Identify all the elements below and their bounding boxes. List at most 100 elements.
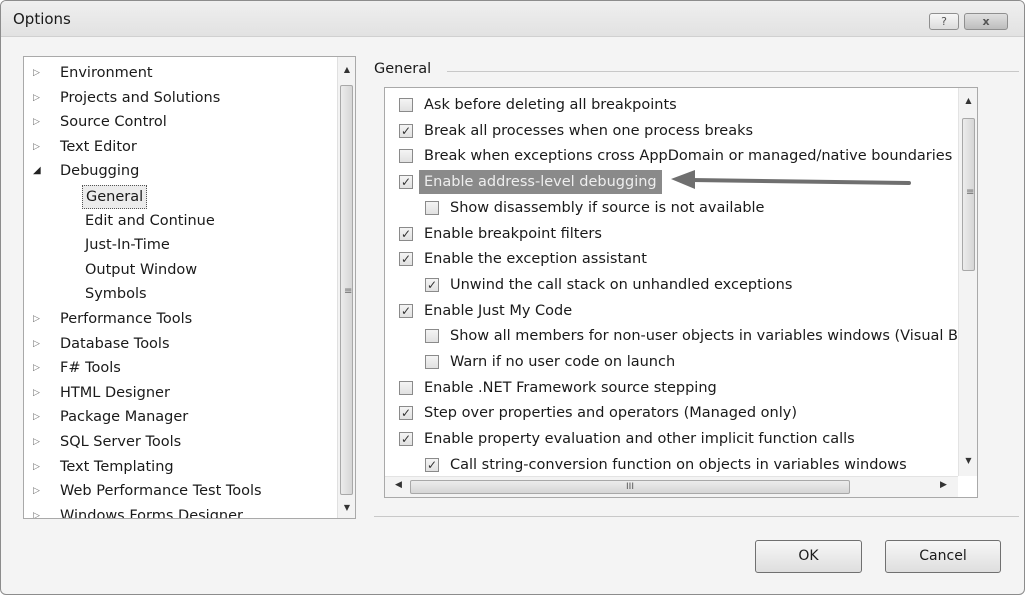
options-hscroll-thumb[interactable]: III bbox=[410, 480, 850, 494]
expand-arrow-icon[interactable]: ▷ bbox=[33, 455, 45, 479]
tree-item-debugging[interactable]: ◢ Debugging bbox=[24, 159, 334, 183]
tree-item-label: Environment bbox=[60, 65, 153, 81]
tree-item-web-performance-test-tools[interactable]: ▷ Web Performance Test Tools bbox=[24, 479, 334, 503]
expand-arrow-icon[interactable]: ▷ bbox=[33, 479, 45, 503]
option-row[interactable]: ✓ Enable breakpoint filters bbox=[385, 222, 958, 246]
options-vertical-scrollbar[interactable]: ▲ ≡ ▼ bbox=[958, 88, 977, 476]
tree-item-database-tools[interactable]: ▷ Database Tools bbox=[24, 332, 334, 356]
tree-item-symbols[interactable]: Symbols bbox=[24, 282, 334, 306]
category-tree[interactable]: ▷ Environment ▷ Projects and Solutions ▷ Sour… bbox=[23, 56, 356, 519]
button-separator bbox=[374, 516, 1019, 517]
tree-item-output-window[interactable]: Output Window bbox=[24, 258, 334, 282]
checkbox-checked[interactable]: ✓ bbox=[425, 277, 439, 292]
tree-item-edit-and-continue[interactable]: Edit and Continue bbox=[24, 209, 334, 233]
option-row[interactable]: ✓ Enable property evaluation and other im… bbox=[385, 427, 958, 451]
tree-item-label: SQL Server Tools bbox=[60, 434, 182, 450]
tree-item-label: Output Window bbox=[85, 261, 198, 278]
options-scroll-thumb[interactable]: ≡ bbox=[962, 118, 975, 271]
collapse-arrow-icon[interactable]: ◢ bbox=[33, 159, 45, 183]
option-row[interactable]: ✓ Enable the exception assistant bbox=[385, 247, 958, 271]
expand-arrow-icon[interactable]: ▷ bbox=[33, 332, 45, 356]
tree-vertical-scrollbar[interactable]: ▲ ≡ ▼ bbox=[337, 57, 355, 518]
option-row[interactable]: ✓ Enable Just My Code bbox=[385, 299, 958, 323]
expand-arrow-icon[interactable]: ▷ bbox=[33, 356, 45, 380]
expand-arrow-icon[interactable]: ▷ bbox=[33, 405, 45, 429]
option-label: Ask before deleting all breakpoints bbox=[424, 97, 677, 113]
tree-item-text-templating[interactable]: ▷ Text Templating bbox=[24, 455, 334, 479]
checkbox-checked[interactable]: ✓ bbox=[399, 252, 413, 267]
tree-item-windows-forms-designer[interactable]: ▷ Windows Forms Designer bbox=[24, 504, 334, 518]
option-row[interactable]: ✓ Unwind the call stack on unhandled exce… bbox=[385, 273, 958, 297]
tree-item-text-editor[interactable]: ▷ Text Editor bbox=[24, 135, 334, 159]
option-row[interactable]: Show disassembly if source is not availa… bbox=[385, 196, 958, 220]
tree-item-label: Text Templating bbox=[60, 458, 174, 475]
tree-item-performance-tools[interactable]: ▷ Performance Tools bbox=[24, 307, 334, 331]
option-row[interactable]: Ask before deleting all breakpoints bbox=[385, 93, 958, 117]
scroll-right-icon[interactable]: ▶ bbox=[940, 480, 947, 490]
checkbox-checked[interactable]: ✓ bbox=[399, 175, 413, 190]
ok-button[interactable]: OK bbox=[755, 540, 862, 573]
options-horizontal-scrollbar[interactable]: ◀ III ▶ bbox=[385, 476, 958, 497]
option-row[interactable]: ✓ Step over properties and operators (Man… bbox=[385, 401, 958, 425]
tree-item-label: HTML Designer bbox=[60, 384, 170, 401]
tree-item-projects-and-solutions[interactable]: ▷ Projects and Solutions bbox=[24, 86, 334, 110]
tree-item-just-in-time[interactable]: Just-In-Time bbox=[24, 233, 334, 257]
checkbox-unchecked[interactable] bbox=[399, 98, 413, 112]
expand-arrow-icon[interactable]: ▷ bbox=[33, 307, 45, 331]
option-row[interactable]: ✓ Break all processes when one process br… bbox=[385, 119, 958, 143]
option-label: Call string-conversion function on objec… bbox=[450, 456, 907, 473]
option-label: Show disassembly if source is not availa… bbox=[450, 199, 765, 216]
option-row[interactable]: ✓ Call string-conversion function on obje… bbox=[385, 453, 958, 477]
checkbox-checked[interactable]: ✓ bbox=[399, 226, 413, 241]
scroll-up-icon[interactable]: ▲ bbox=[959, 96, 977, 105]
checkbox-unchecked[interactable] bbox=[425, 200, 439, 215]
tree-scroll-thumb[interactable]: ≡ bbox=[340, 85, 353, 495]
tree-item-f-tools[interactable]: ▷ F# Tools bbox=[24, 356, 334, 380]
option-label: Enable .NET Framework source stepping bbox=[424, 379, 717, 396]
option-label: Enable Just My Code bbox=[424, 302, 573, 319]
tree-item-html-designer[interactable]: ▷ HTML Designer bbox=[24, 381, 334, 405]
checkbox-checked[interactable]: ✓ bbox=[399, 303, 413, 318]
cancel-button[interactable]: Cancel bbox=[885, 540, 1001, 573]
option-row[interactable]: Break when exceptions cross AppDomain or… bbox=[385, 144, 975, 168]
checkbox-unchecked[interactable] bbox=[425, 355, 439, 369]
tree-item-sql-server-tools[interactable]: ▷ SQL Server Tools bbox=[24, 430, 334, 454]
option-label: Show all members for non-user objects in… bbox=[450, 328, 967, 345]
expand-arrow-icon[interactable]: ▷ bbox=[33, 61, 45, 85]
checkbox-unchecked[interactable] bbox=[399, 149, 413, 164]
scroll-left-icon[interactable]: ◀ bbox=[395, 480, 402, 490]
expand-arrow-icon[interactable]: ▷ bbox=[33, 86, 45, 110]
checkbox-checked[interactable]: ✓ bbox=[399, 406, 413, 421]
tree-item-environment[interactable]: ▷ Environment bbox=[24, 61, 334, 85]
tree-item-label: Edit and Continue bbox=[85, 212, 215, 229]
scroll-down-icon[interactable]: ▼ bbox=[338, 503, 355, 512]
checkbox-checked[interactable]: ✓ bbox=[399, 123, 413, 138]
option-row[interactable]: Enable .NET Framework source stepping bbox=[385, 376, 958, 400]
tree-item-label: Text Editor bbox=[60, 138, 137, 155]
expand-arrow-icon[interactable]: ▷ bbox=[33, 381, 45, 405]
tree-item-general[interactable]: General bbox=[24, 184, 334, 209]
close-button[interactable]: x bbox=[964, 13, 1008, 30]
checkbox-unchecked[interactable] bbox=[399, 380, 413, 395]
option-row[interactable]: Show all members for non-user objects in… bbox=[385, 324, 967, 348]
tree-item-package-manager[interactable]: ▷ Package Manager bbox=[24, 405, 334, 429]
expand-arrow-icon[interactable]: ▷ bbox=[33, 430, 45, 454]
option-label: Enable address-level debugging bbox=[419, 170, 662, 195]
grip-icon: III bbox=[626, 482, 634, 492]
title-bar[interactable]: Options ? x bbox=[1, 1, 1024, 37]
window-title: Options bbox=[13, 10, 71, 28]
scroll-up-icon[interactable]: ▲ bbox=[338, 65, 355, 74]
option-row[interactable]: Warn if no user code on launch bbox=[385, 350, 958, 374]
tree-item-source-control[interactable]: ▷ Source Control bbox=[24, 110, 334, 134]
expand-arrow-icon[interactable]: ▷ bbox=[33, 135, 45, 159]
expand-arrow-icon[interactable]: ▷ bbox=[33, 110, 45, 134]
checkbox-checked[interactable]: ✓ bbox=[399, 432, 413, 447]
group-separator bbox=[447, 71, 1019, 72]
help-button[interactable]: ? bbox=[929, 13, 959, 30]
scroll-down-icon[interactable]: ▼ bbox=[959, 456, 977, 465]
expand-arrow-icon[interactable]: ▷ bbox=[33, 504, 45, 518]
option-label: Unwind the call stack on unhandled excep… bbox=[450, 276, 793, 293]
checkbox-checked[interactable]: ✓ bbox=[425, 457, 439, 472]
general-options-list[interactable]: Ask before deleting all breakpoints ✓ Brea… bbox=[384, 87, 978, 498]
checkbox-unchecked[interactable] bbox=[425, 329, 439, 344]
